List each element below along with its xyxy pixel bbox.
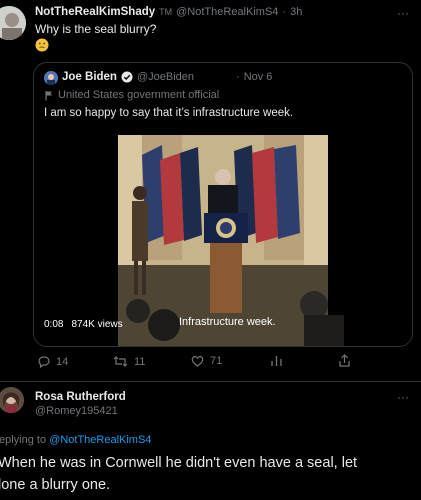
reply-more-options-icon[interactable]: ··· xyxy=(397,390,409,404)
author-avatar[interactable] xyxy=(0,6,26,40)
video-time: 0:08 xyxy=(44,319,64,330)
retweet-count: 11 xyxy=(134,355,146,368)
tweet-text: Why is the seal blurry? xyxy=(35,22,157,36)
reply-author-avatar[interactable] xyxy=(0,387,24,413)
video-views: 874K views xyxy=(71,319,123,330)
quote-text: I am so happy to say that it’s infrastru… xyxy=(44,107,294,119)
reply-button[interactable]: 14 xyxy=(37,355,68,368)
retweet-button[interactable]: 11 xyxy=(113,355,145,368)
tweet-emoji xyxy=(35,38,49,52)
video-player[interactable]: 0:08 874K views Infrastructure week. xyxy=(34,135,412,346)
reply-count: 14 xyxy=(56,355,69,368)
quote-author-handle[interactable]: @JoeBiden xyxy=(137,71,194,83)
analytics-icon[interactable] xyxy=(270,354,283,367)
like-count: 71 xyxy=(210,355,223,367)
like-icon xyxy=(191,355,204,367)
more-options-icon[interactable]: ··· xyxy=(397,6,409,20)
tweet-time[interactable]: 3h xyxy=(290,6,302,18)
verified-icon xyxy=(121,71,133,83)
replying-to-label: eplying to xyxy=(0,434,47,446)
reply-author-name[interactable]: Rosa Rutherford xyxy=(35,391,126,403)
video-caption: Infrastructure week. xyxy=(179,316,276,328)
flag-icon xyxy=(44,90,54,101)
author-badge: TM xyxy=(159,7,173,17)
separator: · xyxy=(282,6,287,18)
reply-text-line2: lone a blurry one. xyxy=(0,477,111,493)
reply-icon xyxy=(37,355,50,368)
author-name[interactable]: NotTheRealKimShady xyxy=(35,6,155,18)
separator: · xyxy=(236,71,240,83)
replying-to-link[interactable]: @NotTheRealKimS4 xyxy=(49,434,151,446)
reply-author-handle[interactable]: @Romey195421 xyxy=(35,405,118,417)
divider xyxy=(0,381,421,382)
video-thumbnail xyxy=(118,135,344,346)
quote-date[interactable]: Nov 6 xyxy=(244,71,273,83)
like-button[interactable]: 71 xyxy=(191,355,222,367)
quoted-tweet-card[interactable]: Joe Biden @JoeBiden · Nov 6 United State… xyxy=(33,62,413,347)
quote-author-avatar[interactable] xyxy=(44,71,58,85)
quote-author-name[interactable]: Joe Biden xyxy=(62,71,117,83)
retweet-icon xyxy=(113,355,128,368)
author-handle[interactable]: @NotTheRealKimS4 xyxy=(176,6,278,18)
government-label: United States government official xyxy=(58,89,220,101)
share-icon[interactable] xyxy=(338,354,351,367)
reply-text-line1: When he was in Cornwell he didn't even h… xyxy=(0,455,358,471)
